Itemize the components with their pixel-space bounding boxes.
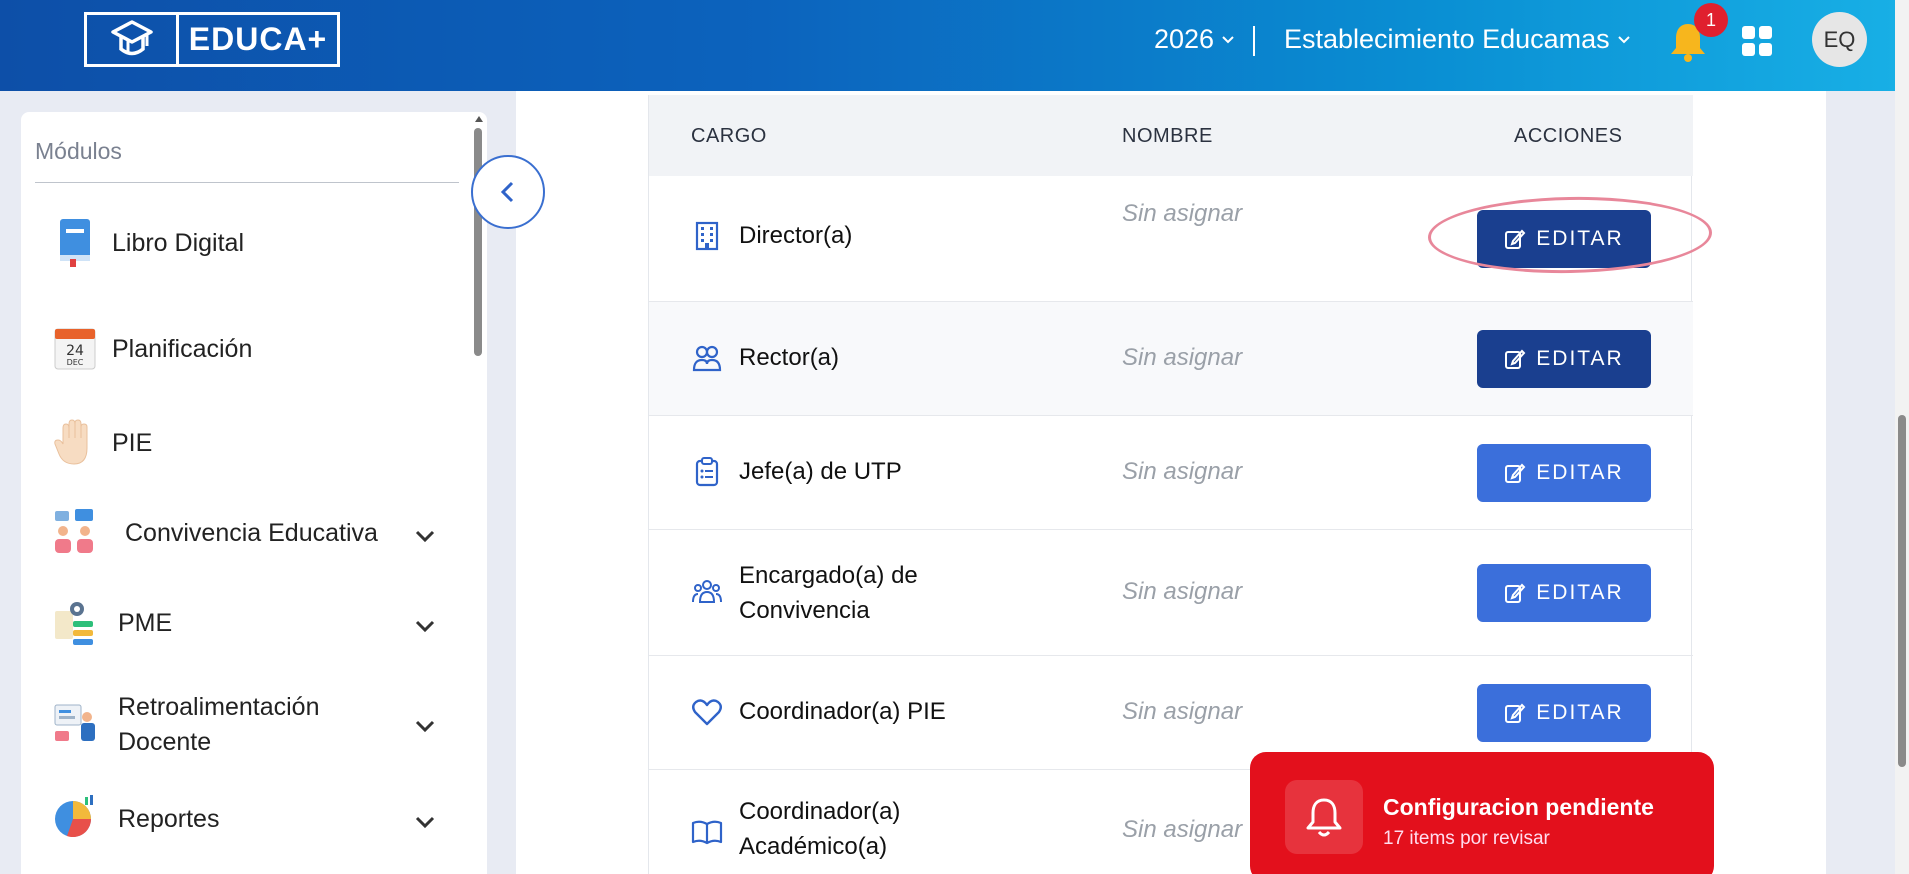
sidebar-divider [35,182,459,183]
header-acciones: ACCIONES [1514,125,1623,147]
open-book-icon [691,820,723,845]
chevron-down-icon[interactable] [413,524,437,548]
year-selector[interactable]: 2026 [1154,24,1236,55]
nombre-value: Sin asignar [1122,578,1243,605]
establishment-selector[interactable]: Establecimiento Educamas [1284,24,1632,55]
cargo-name: Jefe(a) de UTP [739,458,902,485]
nombre-value: Sin asignar [1122,200,1243,227]
edit-icon [1505,583,1526,603]
chevron-down-icon[interactable] [413,614,437,638]
editar-button-coordinador-pie[interactable]: EDITAR [1477,684,1651,742]
logo-text: EDUCA+ [188,21,328,57]
calendar-month: DEC [67,358,84,367]
user-avatar[interactable]: EQ [1812,12,1867,67]
edit-icon [1505,349,1526,369]
sidebar-item-planificacion[interactable]: 24 DEC Planificación [21,318,461,382]
nombre-value: Sin asignar [1122,698,1243,725]
edit-icon [1505,703,1526,723]
sidebar-scrollbar-thumb[interactable] [474,128,482,356]
cargo-name: Encargado(a) de Convivencia [739,562,918,624]
bell-outline-icon [1285,780,1363,854]
sidebar-item-pme[interactable]: PME [21,592,461,656]
chevron-down-icon [1617,35,1630,43]
sidebar-item-retroalimentacion-docente[interactable]: Retroalimentación Docente [21,684,461,768]
button-label: EDITAR [1536,461,1624,484]
hand-icon [53,418,97,466]
cargo-name: Coordinador(a) Académico(a) [739,798,901,860]
sidebar-item-libro-digital[interactable]: Libro Digital [21,212,461,276]
group-icon [692,580,722,603]
editar-button-encargado-convivencia[interactable]: EDITAR [1477,564,1651,622]
sidebar-scroll-up-arrow[interactable] [475,116,483,122]
calendar-day: 24 [66,343,84,359]
button-label: EDITAR [1536,701,1624,724]
heart-icon [692,699,722,726]
sidebar: Módulos Libro Digital 24 DEC Planificaci… [21,112,487,874]
pie-chart-icon [53,794,97,842]
people-chat-icon [53,508,97,556]
table-row: Rector(a) Sin asignar EDITAR [649,302,1693,416]
editar-button-rector[interactable]: EDITAR [1477,330,1651,388]
graduation-cap-icon [87,15,179,64]
sidebar-item-label: Convivencia Educativa [125,519,378,547]
book-icon [53,218,97,267]
sidebar-item-label: Retroalimentación Docente [118,693,320,756]
year-value: 2026 [1154,24,1215,54]
nombre-value: Sin asignar [1122,344,1243,371]
page-scrollbar-thumb[interactable] [1898,415,1906,767]
chevron-down-icon[interactable] [413,714,437,738]
cargo-name: Director(a) [739,222,853,249]
building-icon [695,221,719,251]
editar-button-jefe-utp[interactable]: EDITAR [1477,444,1651,502]
button-label: EDITAR [1536,347,1624,370]
nombre-value: Sin asignar [1122,816,1243,843]
table-row: Jefe(a) de UTP Sin asignar EDITAR [649,416,1693,530]
sidebar-item-label: PIE [112,429,153,457]
header-cargo: CARGO [691,125,767,147]
notification-badge: 1 [1694,3,1728,37]
calendar-icon: 24 DEC [53,324,97,372]
collapse-sidebar-button[interactable] [471,155,545,229]
teacher-board-icon [53,700,97,748]
settings-list-icon [53,598,97,646]
pending-config-toast[interactable]: Configuracion pendiente 17 items por rev… [1250,752,1714,874]
chevron-down-icon [1222,35,1234,43]
top-header: EDUCA+ 2026 Establecimiento Educamas 1 E… [0,0,1909,91]
sidebar-item-pie[interactable]: PIE [21,412,461,476]
toast-title: Configuracion pendiente [1383,794,1654,820]
users-icon [692,345,722,372]
table-row: Encargado(a) de Convivencia Sin asignar … [649,530,1693,656]
header-nombre: NOMBRE [1122,125,1213,147]
button-label: EDITAR [1536,581,1624,604]
chevron-down-icon[interactable] [413,810,437,834]
apps-grid-icon[interactable] [1742,26,1772,56]
sidebar-item-reportes[interactable]: Reportes [21,788,461,852]
header-divider [1253,26,1255,56]
cargo-name: Rector(a) [739,344,840,371]
edit-icon [1505,463,1526,483]
sidebar-item-label: Reportes [118,805,220,833]
nombre-value: Sin asignar [1122,458,1243,485]
toast-subtitle: 17 items por revisar [1383,828,1550,849]
cargo-name: Coordinador(a) PIE [739,698,946,725]
sidebar-title: Módulos [35,138,122,164]
sidebar-item-convivencia-educativa[interactable]: Convivencia Educativa [21,502,461,566]
clipboard-icon [695,457,719,487]
table-header: CARGO NOMBRE ACCIONES [649,95,1693,176]
educa-logo[interactable]: EDUCA+ [84,12,340,67]
sidebar-item-label: Planificación [112,335,253,363]
sidebar-item-label: Libro Digital [112,229,245,257]
establishment-name: Establecimiento Educamas [1284,24,1610,54]
sidebar-item-label: PME [118,609,173,637]
chevron-left-icon [500,181,514,203]
